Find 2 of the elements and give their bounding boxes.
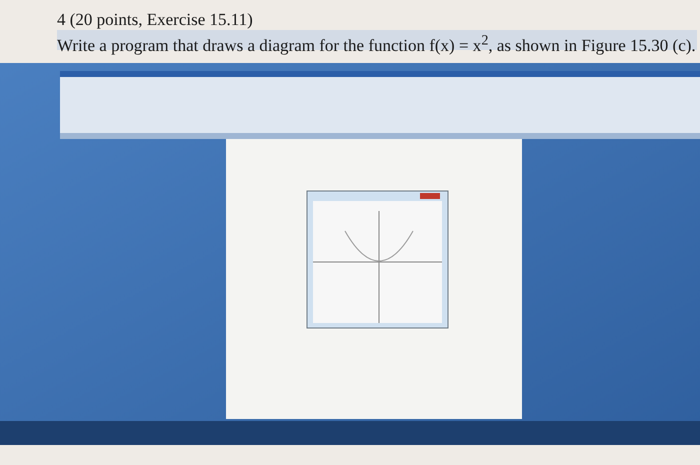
question-text: Write a program that draws a diagram for the function f(x) = x$^{2}$, as shown in Figure 15.30 (c). xyxy=(57,30,697,56)
question-heading: 4 (20 points, Exercise 15.11) xyxy=(57,10,253,30)
